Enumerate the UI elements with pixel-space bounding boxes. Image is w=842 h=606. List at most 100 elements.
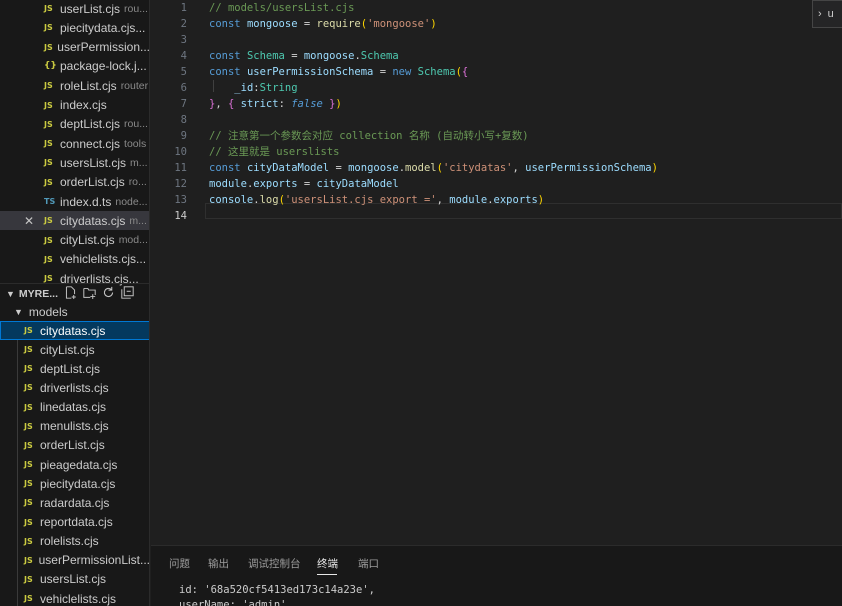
line-number: 10 <box>174 146 187 158</box>
code-line-2[interactable]: const mongoose = require('mongoose') <box>209 16 437 32</box>
code-line-11[interactable]: const cityDataModel = mongoose.model('ci… <box>209 160 658 176</box>
line-number: 8 <box>180 114 187 126</box>
code-line-10[interactable]: // 这里就是 userslists <box>209 144 340 160</box>
code-editor[interactable]: 1 2 3 4 5 6 7 8 9 10 11 12 13 14 // models/usersList.… <box>151 0 842 545</box>
tree-file-item[interactable]: JS linedatas.cjs <box>0 398 149 417</box>
open-editor-item[interactable]: JS piecitydata.cjs... <box>0 18 149 37</box>
js-file-icon: JS <box>44 254 53 264</box>
js-file-icon: JS <box>24 364 33 374</box>
explorer-section-header[interactable]: ▼ MYRE... <box>0 283 149 303</box>
open-editor-item[interactable]: {} package-lock.j... <box>0 57 149 76</box>
open-editor-item[interactable]: ✕ JS citydatas.cjs m... <box>0 211 149 231</box>
open-editor-item[interactable]: JS orderList.cjs ro... <box>0 173 149 192</box>
new-file-icon[interactable] <box>64 285 77 302</box>
explorer-section-title: MYRE... <box>18 287 59 300</box>
js-file-icon: JS <box>24 536 33 546</box>
open-editor-name: deptList.cjs <box>60 117 121 132</box>
tree-file-name: piecitydata.cjs <box>40 476 116 491</box>
line-number: 4 <box>180 50 187 62</box>
tree-file-item[interactable]: JS userPermissionList... <box>0 551 149 570</box>
open-editor-name: index.cjs <box>60 98 107 112</box>
tree-file-item[interactable]: JS reportdata.cjs <box>0 513 149 532</box>
tree-file-item[interactable]: JS deptList.cjs <box>0 359 149 378</box>
line-number: 2 <box>180 18 187 30</box>
open-editor-name: orderList.cjs <box>60 175 125 190</box>
js-file-icon: JS <box>24 383 33 393</box>
tree-file-name: cityList.cjs <box>40 342 95 357</box>
tab-terminal[interactable]: 终端 <box>317 556 338 571</box>
chevron-down-icon[interactable]: ▼ <box>14 307 23 317</box>
js-file-icon: JS <box>24 460 33 470</box>
tree-file-item[interactable]: JS vehiclelists.cjs <box>0 589 149 606</box>
tree-file-item[interactable]: JS orderList.cjs <box>0 436 149 455</box>
open-editor-path: router <box>120 79 149 92</box>
tree-file-item[interactable]: JS piecitydata.cjs <box>0 474 149 493</box>
js-file-icon: JS <box>44 100 53 110</box>
open-editor-item[interactable]: JS connect.cjs tools <box>0 134 149 153</box>
tree-file-name: driverlists.cjs <box>40 380 109 395</box>
tree-file-item[interactable]: JS usersList.cjs <box>0 570 149 589</box>
tree-file-item[interactable]: JS menulists.cjs <box>0 417 149 436</box>
js-file-icon: JS <box>44 23 53 33</box>
open-editor-item[interactable]: JS roleList.cjs router <box>0 76 149 95</box>
find-widget[interactable]: › u <box>812 0 842 28</box>
tab-ports[interactable]: 端口 <box>358 556 379 571</box>
chevron-down-icon[interactable]: ▼ <box>6 289 15 299</box>
code-line-4[interactable]: const Schema = mongoose.Schema <box>209 48 399 64</box>
tree-file-name: usersList.cjs <box>40 572 107 587</box>
open-editor-item[interactable]: JS vehiclelists.cjs... <box>0 250 149 269</box>
js-file-icon: JS <box>24 574 33 584</box>
code-line-5[interactable]: const userPermissionSchema = new Schema(… <box>209 64 468 80</box>
new-folder-icon[interactable] <box>83 286 96 302</box>
js-file-icon: JS <box>24 421 33 431</box>
code-line-7[interactable]: }, { strict: false }) <box>209 96 342 112</box>
terminal-line-2: userName: 'admin', <box>179 599 293 606</box>
js-file-icon: JS <box>44 216 53 226</box>
tree-file-name: linedatas.cjs <box>40 400 107 415</box>
open-editor-path: ro... <box>128 176 147 189</box>
tree-file-name: radardata.cjs <box>40 495 110 510</box>
tab-debug-console[interactable]: 调试控制台 <box>248 556 301 571</box>
tree-file-name: citydatas.cjs <box>40 323 106 338</box>
tab-output[interactable]: 输出 <box>208 556 229 571</box>
open-editor-item[interactable]: JS deptList.cjs rou... <box>0 115 149 134</box>
open-editor-item[interactable]: JS index.cjs <box>0 96 149 115</box>
code-line-9[interactable]: // 注意第一个参数会对应 collection 名称 (自动转小写+复数) <box>209 128 529 144</box>
code-line-6[interactable]: _id:String <box>209 80 297 96</box>
tab-problems[interactable]: 问题 <box>169 556 190 571</box>
open-editor-item[interactable]: JS userPermission... <box>0 38 150 57</box>
open-editor-path: node... <box>115 195 148 208</box>
open-editor-name: cityList.cjs <box>60 233 115 248</box>
folder-models[interactable]: ▼ models <box>0 302 149 321</box>
open-editor-name: vehiclelists.cjs... <box>60 252 147 267</box>
tree-file-item[interactable]: JS cityList.cjs <box>0 340 149 359</box>
json-file-icon: {} <box>44 61 57 72</box>
close-icon[interactable]: ✕ <box>22 214 36 228</box>
tree-file-item[interactable]: JS pieagedata.cjs <box>0 455 149 474</box>
open-editor-item[interactable]: JS userList.cjs rou... <box>0 0 149 18</box>
open-editor-item[interactable]: JS usersList.cjs m... <box>0 153 149 172</box>
tree-file-item[interactable]: JS rolelists.cjs <box>0 532 149 551</box>
js-file-icon: JS <box>24 517 33 527</box>
line-number: 11 <box>174 162 187 174</box>
code-line-13[interactable]: console.log('usersList.cjs export =', mo… <box>209 192 544 208</box>
tree-file-name: deptList.cjs <box>40 361 101 376</box>
tree-file-item[interactable]: JS citydatas.cjs <box>0 321 149 340</box>
line-number: 12 <box>174 178 187 190</box>
open-editor-item[interactable]: JS cityList.cjs mod... <box>0 231 149 250</box>
code-line-1[interactable]: // models/usersList.cjs <box>209 0 354 16</box>
open-editor-item[interactable]: TS index.d.ts node... <box>0 192 149 211</box>
open-editor-path: mod... <box>118 234 148 247</box>
find-widget-text: u <box>827 8 834 20</box>
refresh-icon[interactable] <box>102 286 115 302</box>
open-editor-name: userPermission... <box>57 40 150 55</box>
tree-file-item[interactable]: JS radardata.cjs <box>0 493 149 512</box>
js-file-icon: JS <box>44 158 53 168</box>
collapse-all-icon[interactable] <box>121 285 134 302</box>
js-file-icon: JS <box>44 4 53 13</box>
open-editor-name: index.d.ts <box>60 194 112 209</box>
code-line-12[interactable]: module.exports = cityDataModel <box>209 176 399 192</box>
chevron-right-icon[interactable]: › <box>818 8 822 20</box>
tree-file-name: menulists.cjs <box>40 419 109 434</box>
tree-file-item[interactable]: JS driverlists.cjs <box>0 378 149 397</box>
